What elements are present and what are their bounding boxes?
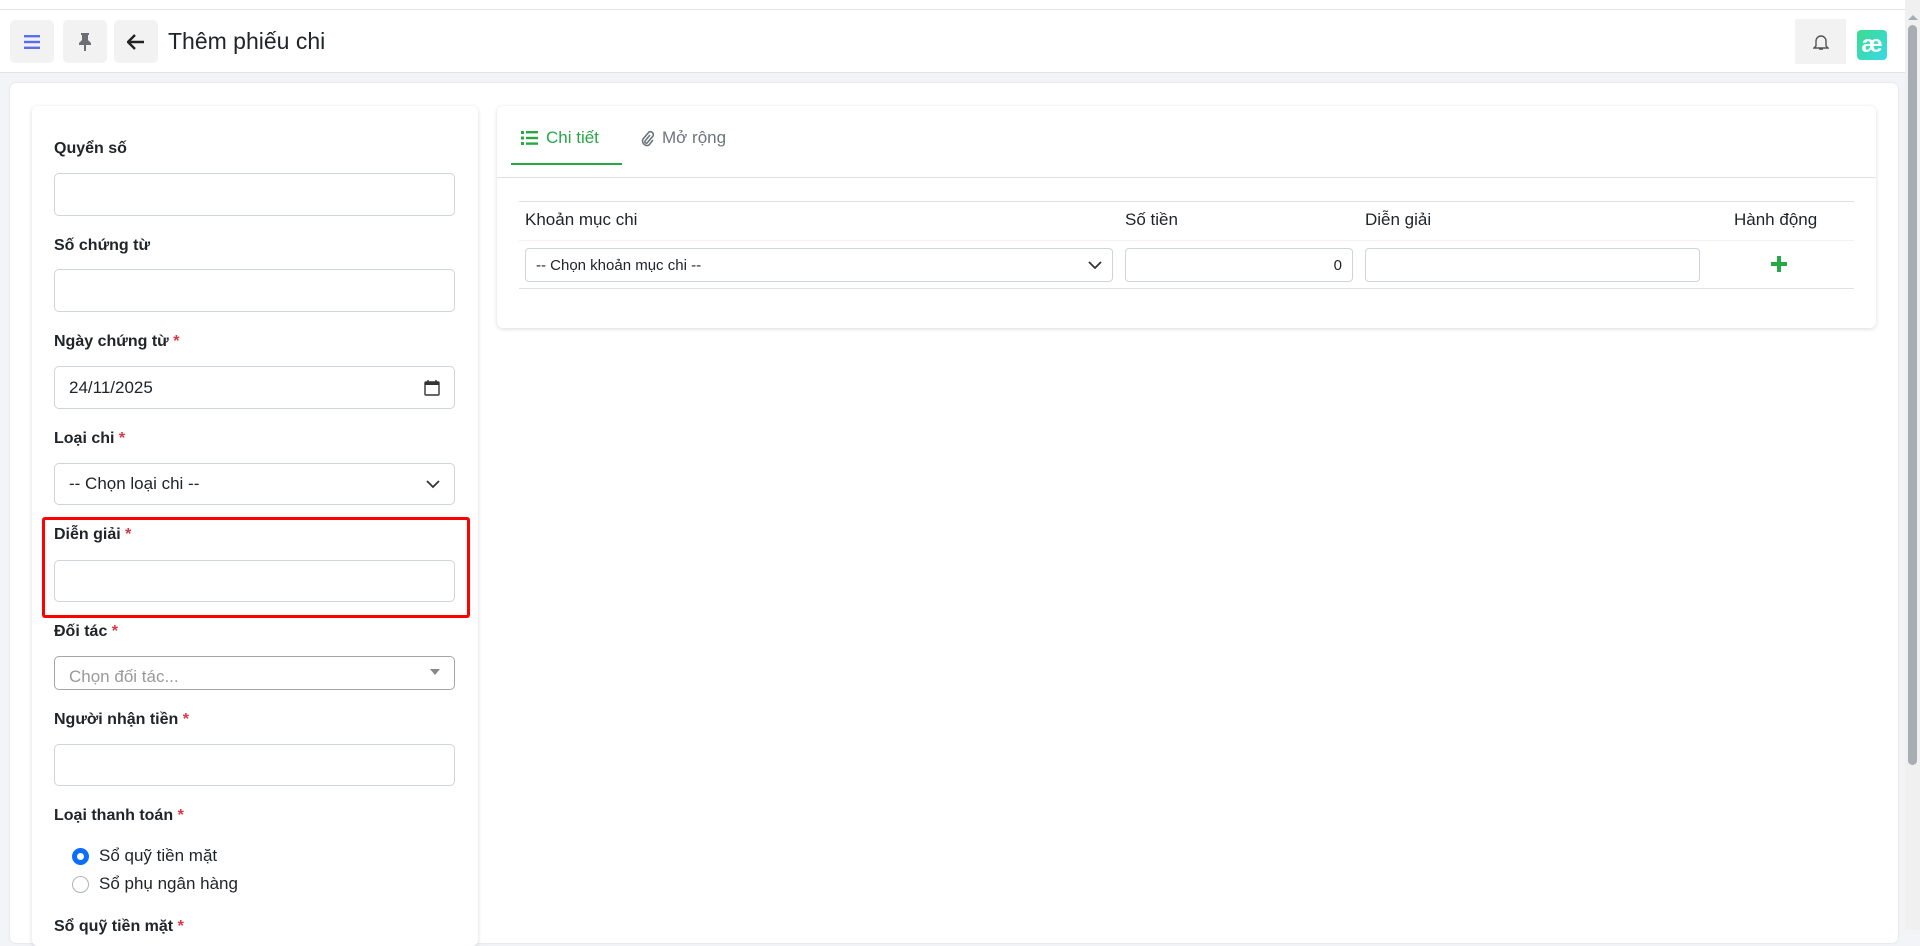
browser-strip [0, 0, 1905, 10]
label-text: Diễn giải [54, 526, 121, 543]
loai-chi-select[interactable]: -- Chọn loại chi -- [54, 463, 455, 505]
label-text: Người nhận tiền [54, 711, 178, 728]
label-text: Loại thanh toán [54, 807, 173, 824]
radio-label: Sổ phụ ngân hàng [99, 874, 238, 894]
active-tab-underline [511, 163, 622, 165]
amount-value: 0 [1334, 257, 1342, 274]
required-mark: * [183, 711, 189, 728]
selected-value: -- Chọn loại chi -- [69, 474, 199, 494]
date-value: 24/11/2025 [69, 378, 153, 398]
quyen-so-input[interactable] [54, 173, 455, 216]
bell-icon [1813, 33, 1829, 51]
ngay-chung-tu-input[interactable]: 24/11/2025 [54, 366, 455, 409]
doi-tac-select[interactable]: Chọn đối tác... [54, 656, 455, 690]
col-khoan-muc-chi: Khoản mục chi [525, 210, 637, 230]
radio-so-quy-tien-mat[interactable]: Sổ quỹ tiền mặt [72, 846, 217, 866]
so-chung-tu-label: Số chứng từ [54, 237, 150, 255]
hamburger-icon [24, 35, 40, 49]
label-text: Đối tác [54, 623, 107, 640]
radio-label: Sổ quỹ tiền mặt [99, 846, 217, 866]
radio-checked[interactable] [72, 848, 89, 865]
chevron-down-icon [426, 480, 440, 489]
arrow-left-icon [127, 34, 145, 50]
required-mark: * [178, 807, 184, 824]
list-icon [521, 131, 538, 145]
label-text: Ngày chứng từ [54, 333, 169, 350]
paperclip-icon [640, 130, 654, 147]
col-so-tien: Số tiền [1125, 210, 1178, 230]
tab-label: Chi tiết [546, 128, 599, 148]
required-mark: * [178, 918, 184, 935]
scroll-up-icon[interactable] [1908, 15, 1918, 20]
page-title: Thêm phiếu chi [168, 28, 325, 55]
col-hanh-dong: Hành động [1734, 210, 1817, 230]
label-text: Sổ quỹ tiền mặt [54, 918, 173, 935]
radio-unchecked[interactable] [72, 876, 89, 893]
ngay-chung-tu-label: Ngày chứng từ * [54, 333, 179, 351]
add-row-button[interactable] [1771, 256, 1787, 277]
tab-mo-rong[interactable]: Mở rộng [640, 128, 726, 148]
back-button[interactable] [114, 20, 158, 63]
required-mark: * [173, 333, 179, 350]
loai-chi-label: Loại chi * [54, 430, 125, 448]
doi-tac-label: Đối tác * [54, 623, 118, 641]
label-text: Loại chi [54, 430, 114, 447]
pin-icon [78, 33, 92, 51]
logo-text: æ [1861, 31, 1882, 59]
plus-icon [1771, 256, 1787, 272]
calendar-icon[interactable] [424, 379, 440, 396]
khoan-muc-chi-select[interactable]: -- Chọn khoản mục chi -- [525, 248, 1113, 282]
scroll-thumb[interactable] [1908, 25, 1917, 765]
so-chung-tu-input[interactable] [54, 269, 455, 312]
required-mark: * [119, 430, 125, 447]
placeholder: Chọn đối tác... [69, 667, 179, 687]
tab-label: Mở rộng [662, 128, 726, 148]
header-border [519, 240, 1854, 241]
nguoi-nhan-tien-label: Người nhận tiền * [54, 711, 189, 729]
page-scrollbar[interactable] [1905, 0, 1920, 930]
pin-button[interactable] [63, 20, 107, 63]
caret-down-icon [430, 669, 440, 675]
required-mark: * [125, 526, 131, 543]
radio-so-phu-ngan-hang[interactable]: Sổ phụ ngân hàng [72, 874, 238, 894]
row-border [519, 288, 1854, 289]
required-mark: * [112, 623, 118, 640]
tab-chi-tiet[interactable]: Chi tiết [521, 128, 599, 148]
notification-button[interactable] [1795, 19, 1846, 64]
row-dien-giai-input[interactable] [1365, 248, 1700, 282]
dien-giai-input[interactable] [54, 560, 455, 602]
loai-thanh-toan-label: Loại thanh toán * [54, 807, 184, 825]
so-quy-tien-mat-label: Sổ quỹ tiền mặt * [54, 918, 184, 936]
quyen-so-label: Quyển số [54, 140, 127, 158]
chevron-down-icon [1088, 261, 1102, 270]
selected-value: -- Chọn khoản mục chi -- [536, 257, 701, 274]
tabs-divider [497, 177, 1876, 178]
dien-giai-label: Diễn giải * [54, 526, 131, 544]
nguoi-nhan-tien-input[interactable] [54, 744, 455, 786]
app-logo[interactable]: æ [1857, 30, 1887, 60]
so-tien-input[interactable]: 0 [1125, 248, 1353, 282]
col-dien-giai: Diễn giải [1365, 210, 1431, 230]
top-header: Thêm phiếu chi æ [0, 10, 1905, 73]
menu-button[interactable] [10, 20, 54, 63]
table-top-border [519, 201, 1854, 202]
